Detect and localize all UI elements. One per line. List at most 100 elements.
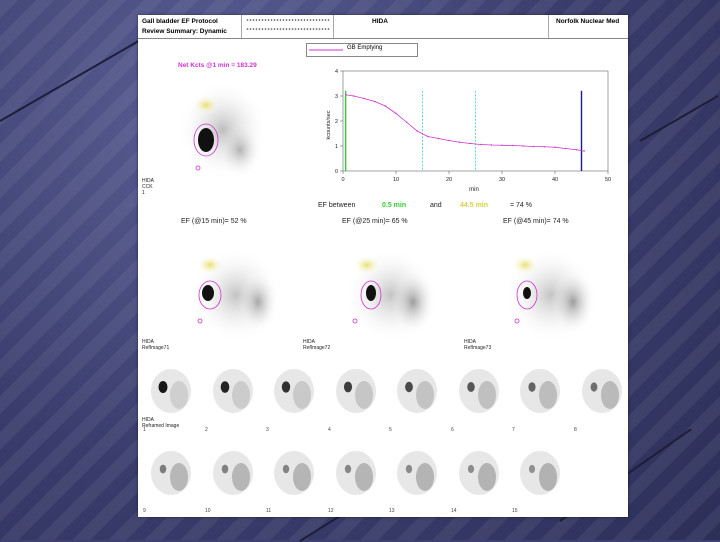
frame-thumbnail (582, 369, 622, 413)
frame-number: 2 (205, 427, 208, 433)
x-tick-label: 40 (552, 177, 558, 183)
series-point (352, 95, 355, 97)
series-point (583, 150, 585, 152)
ef-result-25min: EF (@25 min)= 65 % (342, 218, 408, 225)
series-point (416, 130, 418, 132)
frame-thumbnail (213, 451, 253, 495)
ref-image-3 (505, 247, 597, 343)
series-point (480, 143, 482, 146)
header-divider (333, 15, 334, 38)
x-tick-label: 50 (605, 177, 611, 183)
patient-name-mask: **************************** (246, 19, 331, 25)
ref-image-2 (345, 247, 437, 343)
patient-id-mask: **************************** (246, 28, 331, 34)
frame-number: 12 (328, 508, 334, 514)
ref-image-2-label: HIDA RefImage72 (303, 339, 331, 351)
x-tick-label: 10 (393, 177, 399, 183)
series-point (522, 145, 524, 147)
series-point (469, 142, 471, 145)
frame-thumbnail (397, 369, 437, 413)
series-point (363, 97, 365, 100)
series-point (427, 135, 429, 138)
y-tick-label: 3 (335, 94, 338, 100)
x-tick-label: 0 (341, 177, 344, 183)
frame-sequence-label: HIDA Reframed Image (142, 417, 180, 429)
series-point (554, 146, 556, 148)
ref-image-1-label: HIDA RefImage71 (142, 339, 170, 351)
frame-thumbnail (459, 369, 499, 413)
frame-number: 15 (512, 508, 518, 514)
y-tick-label: 1 (335, 144, 338, 150)
series-point (395, 112, 397, 115)
frame-number: 10 (205, 508, 211, 514)
frame-number: 1 (143, 427, 146, 433)
series-point (374, 100, 376, 103)
frame-thumbnail (274, 451, 314, 495)
frame-thumbnail (459, 451, 499, 495)
series-point (564, 147, 567, 150)
chart-series (344, 94, 585, 152)
chart-axes: 0 10 20 30 40 50 0 1 2 3 4 (335, 69, 611, 183)
y-tick-label: 4 (335, 69, 338, 75)
frame-thumbnail (336, 451, 376, 495)
frame-thumbnail (336, 369, 376, 413)
chart-x-axis-label: min (469, 187, 479, 193)
series-point (458, 141, 461, 143)
frame-thumbnail (151, 451, 191, 495)
x-tick-label: 20 (446, 177, 452, 183)
header-divider (241, 15, 242, 38)
frame-number: 9 (143, 508, 146, 514)
x-tick-label: 30 (499, 177, 505, 183)
ef-result-45min: EF (@45 min)= 74 % (503, 218, 569, 225)
report-header: Gall bladder EF Protocol Review Summary:… (138, 15, 628, 39)
series-point (490, 144, 493, 146)
ef-result-15min: EF (@15 min)= 52 % (181, 218, 247, 225)
chart-legend: GB Emptying (306, 43, 418, 57)
institution-name: Norfolk Nuclear Med (556, 18, 620, 25)
frame-number: 7 (512, 427, 515, 433)
chart-markers (344, 90, 583, 171)
series-point (437, 137, 440, 140)
ef-and-label: and (430, 202, 442, 209)
ef-start-time: 0.5 min (382, 202, 407, 209)
legend-label: GB Emptying (347, 45, 383, 51)
series-point (533, 145, 535, 148)
frame-thumbnail (397, 451, 437, 495)
y-tick-label: 2 (335, 119, 338, 125)
chart-plot-frame (342, 70, 609, 172)
frame-thumbnail (520, 369, 560, 413)
series-point (405, 121, 408, 123)
header-divider (548, 15, 549, 38)
series-point (543, 146, 546, 148)
frame-number: 3 (266, 427, 269, 433)
frame-thumbnail (274, 369, 314, 413)
frame-number: 5 (389, 427, 392, 433)
series-point (511, 144, 514, 147)
series-point (501, 144, 503, 146)
chart-y-axis-label: kcounts/sec (326, 110, 332, 139)
review-summary-title: Review Summary: Dynamic (142, 28, 227, 35)
frame-thumbnail (151, 369, 191, 413)
legend-line-swatch (309, 49, 343, 51)
frame-thumbnail (213, 369, 253, 413)
frame-number: 13 (389, 508, 395, 514)
ref-image-3-label: HIDA RefImage73 (464, 339, 492, 351)
ef-between-prefix: EF between (318, 202, 356, 209)
top-image-label: HIDA CCK 1 (142, 178, 154, 196)
frame-number: 8 (574, 427, 577, 433)
frame-number: 6 (451, 427, 454, 433)
series-point (575, 149, 577, 151)
study-name: HIDA (372, 18, 388, 25)
y-tick-label: 0 (335, 169, 338, 175)
frame-number: 11 (266, 508, 272, 514)
series-point (344, 94, 347, 96)
ef-end-time: 44.5 min (460, 202, 489, 209)
report-page: Gall bladder EF Protocol Review Summary:… (138, 15, 628, 517)
series-point (384, 105, 387, 107)
ref-image-1 (190, 247, 282, 343)
gb-emptying-chart: 0 10 20 30 40 50 0 1 2 3 4 min kcounts/sec (326, 69, 611, 193)
frame-number: 4 (328, 427, 331, 433)
frame-number: 14 (451, 508, 457, 514)
net-kcts-label: Net Kcts @1 min = 183.29 (178, 62, 257, 69)
ef-result: = 74 % (510, 202, 532, 209)
